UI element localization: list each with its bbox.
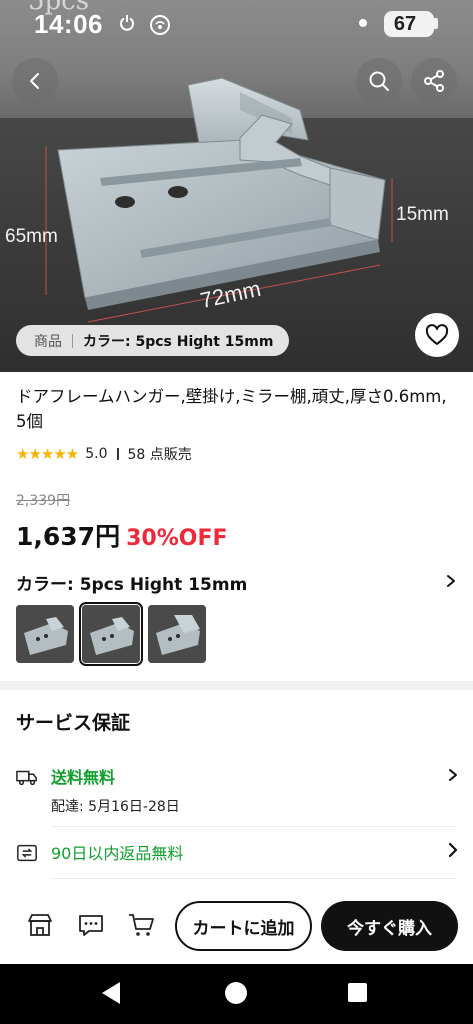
variant-pill[interactable]: 商品 カラー: 5pcs Hight 15mm bbox=[16, 325, 290, 356]
delivery-date: 配達: 5月16日-28日 bbox=[51, 799, 180, 815]
color-selector[interactable]: カラー: 5pcs Hight 15mm bbox=[16, 571, 457, 595]
rating-divider bbox=[116, 448, 119, 460]
rating-value: 5.0 bbox=[85, 446, 108, 462]
chevron-right-icon bbox=[447, 766, 459, 787]
variant-thumbnails bbox=[16, 602, 214, 666]
free-returns-label: 90日以内返品無料 bbox=[51, 844, 184, 863]
dimension-label-width: 65mm bbox=[5, 226, 58, 247]
status-bar: 14:06 67 bbox=[0, 0, 473, 46]
bottom-action-bar: カートに追加 今すぐ購入 bbox=[0, 892, 473, 964]
pill-divider bbox=[72, 333, 73, 348]
favorite-button[interactable] bbox=[415, 313, 459, 357]
nav-recents-icon[interactable] bbox=[348, 983, 367, 1002]
battery-tip bbox=[434, 18, 438, 29]
search-button[interactable] bbox=[356, 58, 402, 104]
system-nav-bar bbox=[0, 964, 473, 1024]
variant-thumb[interactable] bbox=[148, 605, 206, 663]
truck-icon bbox=[16, 770, 37, 786]
battery-level: 67 bbox=[393, 13, 417, 35]
product-title: ドアフレームハンガー,壁掛け,ミラー棚,頑丈,厚さ0.6mm, 5個 bbox=[16, 387, 447, 431]
variant-thumb[interactable] bbox=[16, 605, 74, 663]
color-label: カラー: 5pcs Hight 15mm bbox=[16, 574, 248, 595]
row-divider bbox=[51, 878, 457, 879]
product-page: 5pcs 65mm 15mm 72mm 14:06 67 商品 カラー: 5pc… bbox=[0, 0, 473, 1024]
nav-back-icon[interactable] bbox=[102, 982, 120, 1004]
buy-now-button[interactable]: 今すぐ購入 bbox=[321, 901, 458, 951]
sale-price: 1,637円 bbox=[16, 522, 121, 551]
original-price: 2,339円 bbox=[16, 493, 71, 509]
discount-badge: 30%OFF bbox=[126, 526, 228, 551]
share-icon bbox=[424, 70, 444, 92]
back-button[interactable] bbox=[12, 58, 58, 104]
hotspot-icon bbox=[149, 14, 171, 40]
return-icon bbox=[17, 844, 37, 862]
variant-thumb-selected[interactable] bbox=[79, 602, 143, 666]
product-image[interactable]: 5pcs 65mm 15mm 72mm bbox=[0, 0, 473, 372]
add-to-cart-button[interactable]: カートに追加 bbox=[175, 901, 312, 951]
share-button[interactable] bbox=[411, 58, 457, 104]
cart-icon bbox=[129, 914, 154, 936]
services-title: サービス保証 bbox=[16, 712, 131, 734]
shipping-row[interactable]: 送料無料 配達: 5月16日-28日 bbox=[16, 764, 459, 824]
store-icon bbox=[28, 914, 52, 936]
chat-button[interactable] bbox=[76, 910, 106, 940]
row-divider bbox=[51, 826, 457, 827]
nav-home-icon[interactable] bbox=[225, 982, 247, 1004]
chevron-right-icon bbox=[445, 573, 457, 592]
cart-button[interactable] bbox=[126, 910, 156, 940]
price-row: 1,637円 30%OFF bbox=[16, 517, 228, 553]
returns-row[interactable]: 90日以内返品無料 bbox=[16, 840, 459, 874]
sold-count: 58 点販売 bbox=[127, 447, 192, 463]
notification-dot bbox=[359, 19, 367, 27]
heart-icon bbox=[425, 324, 449, 345]
chevron-right-icon bbox=[447, 842, 459, 863]
search-icon bbox=[369, 71, 389, 91]
chat-icon bbox=[79, 915, 103, 936]
chevron-left-icon bbox=[30, 73, 39, 89]
battery-icon: 67 bbox=[384, 11, 434, 37]
star-rating-icon: ★★★★★ bbox=[16, 445, 79, 463]
status-time: 14:06 bbox=[34, 9, 103, 39]
variant-value: カラー: 5pcs Hight 15mm bbox=[83, 333, 274, 350]
power-icon bbox=[119, 14, 135, 35]
store-button[interactable] bbox=[25, 910, 55, 940]
dimension-label-height: 15mm bbox=[396, 204, 449, 225]
rating-row[interactable]: ★★★★★ 5.0 58 点販売 bbox=[16, 444, 192, 464]
section-divider bbox=[0, 681, 473, 690]
variant-prefix: 商品 bbox=[34, 333, 62, 350]
free-shipping-label: 送料無料 bbox=[51, 768, 116, 787]
